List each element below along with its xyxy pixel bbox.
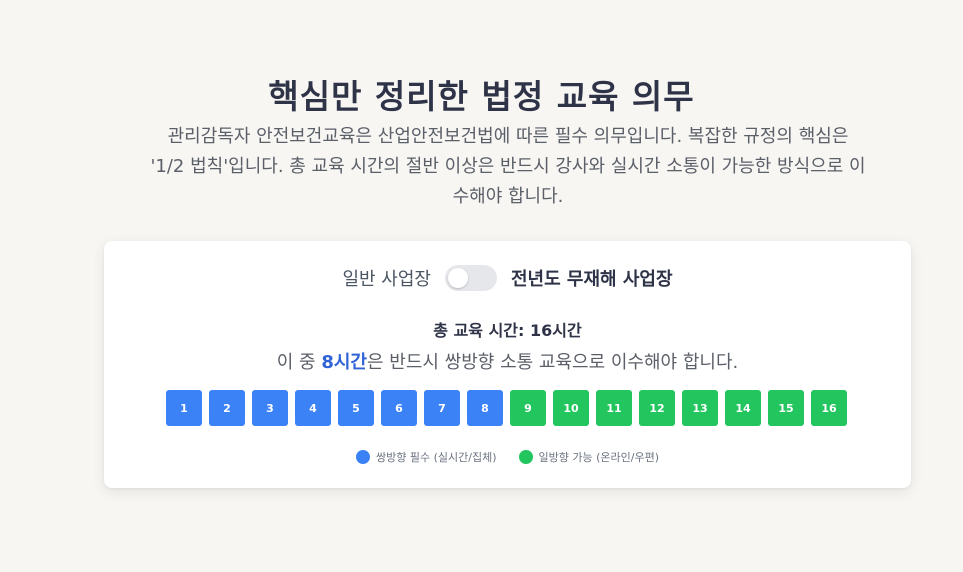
hour-block-15: 15: [768, 390, 804, 426]
two-way-requirement: 이 중 8시간은 반드시 쌍방향 소통 교육으로 이수해야 합니다.: [104, 348, 911, 374]
hour-block-4: 4: [295, 390, 331, 426]
legend-dot-one-way: [518, 450, 533, 464]
workplace-type-toggle[interactable]: [444, 265, 497, 291]
page-title: 핵심만 정리한 법정 교육 의무: [268, 77, 695, 116]
hour-block-14: 14: [725, 390, 761, 426]
hour-block-3: 3: [252, 390, 288, 426]
toggle-label-accident-free: 전년도 무재해 사업장: [510, 269, 673, 290]
hour-block-7: 7: [424, 390, 460, 426]
hour-block-1: 1: [166, 390, 202, 426]
legend-dot-two-way: [356, 450, 371, 464]
total-hours: 총 교육 시간: 16시간: [433, 321, 582, 340]
hour-block-2: 2: [209, 390, 245, 426]
legend: 쌍방향 필수 (실시간/집체) 일방향 가능 (온라인/우편): [104, 449, 911, 465]
hour-block-10: 10: [553, 390, 589, 426]
workplace-toggle-row: 일반 사업장 전년도 무재해 사업장: [104, 265, 911, 291]
hour-block-13: 13: [682, 390, 718, 426]
toggle-label-general: 일반 사업장: [342, 269, 431, 290]
hour-block-11: 11: [596, 390, 632, 426]
required-hours-highlight: 8시간: [321, 352, 367, 373]
requirement-suffix: 은 반드시 쌍방향 소통 교육으로 이수해야 합니다.: [366, 352, 739, 373]
legend-item-two-way: 쌍방향 필수 (실시간/집체): [356, 449, 497, 465]
legend-label-one-way: 일방향 가능 (온라인/우편): [538, 451, 659, 464]
hour-block-8: 8: [467, 390, 503, 426]
hour-block-6: 6: [381, 390, 417, 426]
hour-block-12: 12: [639, 390, 675, 426]
legend-item-one-way: 일방향 가능 (온라인/우편): [518, 449, 659, 465]
hour-block-16: 16: [811, 390, 847, 426]
page-description: 관리감독자 안전보건교육은 산업안전보건법에 따른 필수 의무입니다. 복잡한 …: [150, 126, 866, 207]
legend-label-two-way: 쌍방향 필수 (실시간/집체): [376, 451, 497, 464]
toggle-knob: [447, 268, 468, 288]
hour-block-5: 5: [338, 390, 374, 426]
education-card: 일반 사업장 전년도 무재해 사업장 총 교육 시간: 16시간 이 중 8시간…: [104, 241, 911, 488]
requirement-prefix: 이 중: [276, 352, 322, 373]
hour-block-9: 9: [510, 390, 546, 426]
hour-blocks: 1 2 3 4 5 6 7 8 9 10 11 12 13 14 15 16: [166, 390, 847, 426]
